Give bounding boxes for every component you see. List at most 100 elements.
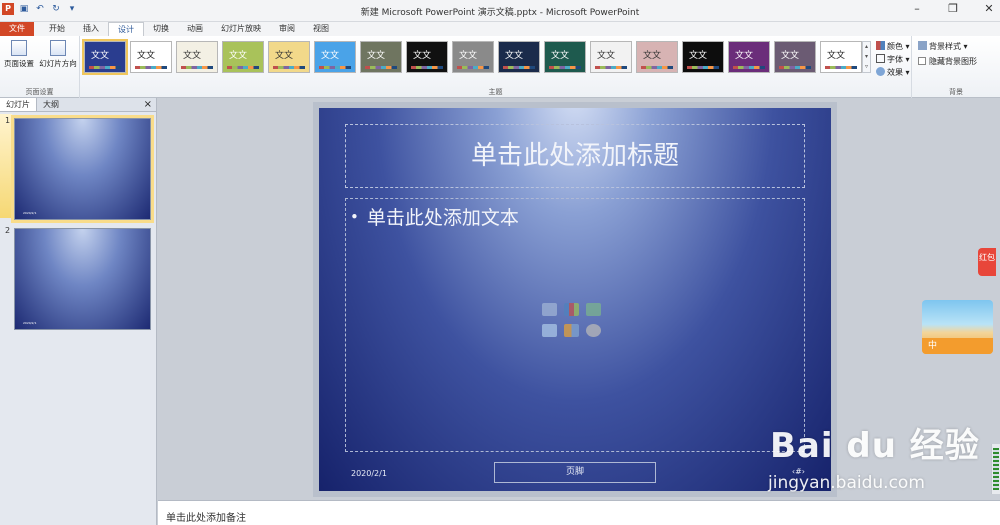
tab-slides[interactable]: 幻灯片 [0,98,37,111]
theme-thumbnail[interactable]: 文文 [360,41,402,73]
theme-gallery-scroll[interactable]: ▴ ▾ ▿ [862,41,871,73]
theme-sample-text: 文文 [367,51,386,61]
tab-design[interactable]: 设计 [108,22,144,36]
fonts-button[interactable]: 字体 ▾ [876,53,910,66]
thumb-date: 2020/2/1 [23,211,37,215]
hide-background-label: 隐藏背景图形 [929,57,977,66]
theme-color-strip [319,66,351,69]
theme-sample-text: 文文 [551,51,570,61]
tab-animations[interactable]: 动画 [178,22,212,36]
insert-clipart-icon[interactable] [564,324,579,337]
theme-thumbnail[interactable]: 文文 [728,41,770,73]
tab-home[interactable]: 开始 [40,22,74,36]
close-icon[interactable]: ✕ [982,2,996,15]
insert-chart-icon[interactable] [564,303,579,316]
theme-color-strip [411,66,443,69]
theme-thumbnail[interactable]: 文文 [682,41,724,73]
tab-transitions[interactable]: 切换 [144,22,178,36]
theme-thumbnail[interactable]: 文文 [130,41,172,73]
slide-thumbnail-image[interactable]: 2020/2/1 [14,228,151,330]
watermark-main: Bai du 经验 [770,426,980,466]
theme-sample-text: 文文 [137,51,156,61]
theme-thumbnail[interactable]: 文文 [314,41,356,73]
bullet-text: • 单击此处添加文本 [350,203,519,230]
theme-sample-text: 文文 [781,51,800,61]
theme-thumbnail[interactable]: 文文 [636,41,678,73]
slide-thumbnail-1[interactable]: 1 2020/2/1 [0,114,157,220]
notes-placeholder: 单击此处添加备注 [166,513,246,524]
content-placeholder[interactable]: • 单击此处添加文本 [345,198,805,452]
insert-media-icon[interactable] [586,324,601,337]
beach-banner-ad[interactable]: 中 [922,300,993,354]
tab-slideshow[interactable]: 幻灯片放映 [212,22,270,36]
theme-sample-text: 文文 [183,51,202,61]
colors-label: 颜色 [887,42,903,51]
theme-sample-text: 文文 [735,51,754,61]
footer-placeholder[interactable]: 页脚 [494,462,656,483]
background-styles-icon [918,41,927,50]
tab-view[interactable]: 视图 [304,22,338,36]
theme-color-strip [273,66,305,69]
theme-color-strip [365,66,397,69]
hide-background-checkbox[interactable]: 隐藏背景图形 [918,55,977,68]
theme-thumbnail[interactable]: 文文 [268,41,310,73]
theme-color-strip [227,66,259,69]
effects-button[interactable]: 效果 ▾ [876,66,910,79]
theme-thumbnail[interactable]: 文文 [820,41,862,73]
title-placeholder[interactable]: 单击此处添加标题 [345,124,805,188]
scrollbar-grip[interactable] [993,448,999,490]
theme-gallery: 文文 文文 文文 文文 文文 文文 文文 文文 文文 文文 文文 文文 文文 文文 文文 文文 文文 [82,39,862,75]
effects-label: 效果 [887,68,903,77]
colors-button[interactable]: 颜色 ▾ [876,40,910,53]
tab-file[interactable]: 文件 [0,22,34,36]
tab-insert[interactable]: 插入 [74,22,108,36]
theme-sample-text: 文文 [597,51,616,61]
slide-orientation-label: 幻灯片方向 [39,59,77,68]
restore-icon[interactable]: ❐ [946,2,960,15]
theme-thumbnail[interactable]: 文文 [590,41,632,73]
insert-picture-icon[interactable] [542,324,557,337]
insert-smartart-icon[interactable] [586,303,601,316]
page-setup-label: 页面设置 [4,59,34,68]
slide-number: 2 [5,226,11,235]
slide-thumbnail-2[interactable]: 2 2020/2/1 [0,224,157,330]
theme-thumbnail[interactable]: 文文 [774,41,816,73]
theme-thumbnail[interactable]: 文文 [498,41,540,73]
bullet-dot-icon: • [350,208,359,226]
tab-outline[interactable]: 大纲 [37,98,65,111]
vertical-scrollbar[interactable] [991,444,1000,494]
notes-pane[interactable]: 单击此处添加备注 [158,500,1000,525]
minimize-icon[interactable]: – [910,2,924,15]
insert-table-icon[interactable] [542,303,557,316]
theme-thumbnail[interactable]: 文文 [544,41,586,73]
orientation-icon [50,40,66,56]
background-styles-label: 背景样式 [929,42,961,51]
page-setup-button[interactable]: 页面设置 [2,40,36,69]
slide-orientation-button[interactable]: 幻灯片方向 [38,40,78,69]
theme-color-strip [641,66,673,69]
theme-sample-text: 文文 [643,51,662,61]
baidu-watermark: Bai du 经验 jingyan.baidu.com [768,418,980,493]
theme-sample-text: 文文 [505,51,524,61]
window-controls: – ❐ ✕ [910,2,996,15]
red-packet-tag[interactable]: 红包 [978,248,996,276]
date-placeholder[interactable]: 2020/2/1 [351,469,387,478]
selection-highlight [0,114,12,218]
theme-color-strip [825,66,857,69]
theme-thumbnail[interactable]: 文文 [222,41,264,73]
theme-thumbnail[interactable]: 文文 [176,41,218,73]
theme-sample-text: 文文 [689,51,708,61]
slide-thumbnail-image[interactable]: 2020/2/1 [14,118,151,220]
thumb-date: 2020/2/1 [23,321,37,325]
panel-close-icon[interactable]: × [144,98,152,112]
theme-thumbnail[interactable]: 文文 [406,41,448,73]
theme-color-strip [687,66,719,69]
ribbon: 页面设置 幻灯片方向 页面设置 主题 文文 文文 文文 文文 文文 文文 文文 文文 文文 文文文… [0,36,1000,98]
theme-thumbnail[interactable]: 文文 [82,39,128,75]
tab-review[interactable]: 审阅 [270,22,304,36]
theme-sample-text: 文文 [827,51,846,61]
theme-thumbnail[interactable]: 文文 [452,41,494,73]
background-styles-button[interactable]: 背景样式 ▾ [918,40,977,53]
slide-number: 1 [5,116,11,125]
panel-tabs: 幻灯片 大纲 × [0,98,156,112]
